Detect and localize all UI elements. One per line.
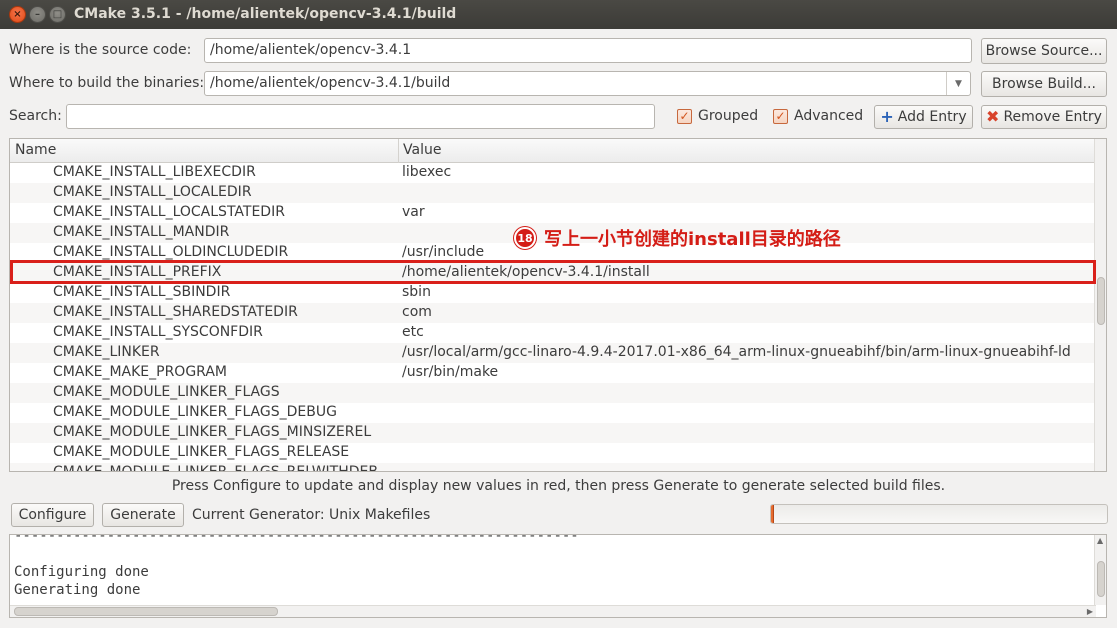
checkmark-icon: ✓ [773,108,788,124]
output-line: ----------------------------------------… [14,534,579,544]
table-vertical-scrollbar[interactable] [1094,139,1106,471]
source-input[interactable]: /home/alientek/opencv-3.4.1 [204,38,972,63]
table-row[interactable]: CMAKE_MODULE_LINKER_FLAGS_RELWITHDEB [10,463,1096,472]
output-vertical-scrollbar[interactable]: ▲ [1094,535,1106,605]
entry-name: CMAKE_INSTALL_SYSCONFDIR [53,324,263,340]
table-body: CMAKE_INSTALL_LIBEXECDIR libexec CMAKE_INS… [10,163,1096,472]
column-header-value[interactable]: Value [403,142,441,158]
search-label: Search: [9,108,62,124]
entry-name: CMAKE_MODULE_LINKER_FLAGS_MINSIZEREL [53,424,372,440]
chevron-down-icon[interactable]: ▼ [946,72,970,95]
entry-name: CMAKE_INSTALL_MANDIR [53,224,230,240]
table-row[interactable]: CMAKE_MODULE_LINKER_FLAGS [10,383,1096,403]
output-horizontal-scrollbar[interactable]: ▶ [10,605,1096,617]
maximize-icon[interactable]: □ [49,6,66,23]
scrollbar-thumb[interactable] [1097,561,1105,597]
build-label: Where to build the binaries: [9,75,205,91]
search-input[interactable] [66,104,655,129]
table-row[interactable]: CMAKE_INSTALL_SBINDIR sbin [10,283,1096,303]
checkmark-icon: ✓ [677,108,692,124]
table-row[interactable]: CMAKE_INSTALL_LOCALEDIR [10,183,1096,203]
table-row[interactable]: CMAKE_MODULE_LINKER_FLAGS_RELEASE [10,443,1096,463]
annotation-text: 写上一小节创建的install目录的路径 [544,229,841,250]
entry-name: CMAKE_MODULE_LINKER_FLAGS_DEBUG [53,404,337,420]
browse-source-button[interactable]: Browse Source... [981,38,1107,64]
entry-name: CMAKE_INSTALL_OLDINCLUDEDIR [53,244,289,260]
entry-value[interactable]: libexec [402,164,451,180]
selected-row-highlight [10,260,1096,284]
entry-name: CMAKE_MODULE_LINKER_FLAGS_RELWITHDEB [53,464,378,472]
table-row[interactable]: CMAKE_LINKER/usr/local/arm/gcc-linaro-4.… [10,343,1096,363]
scrollbar-thumb[interactable] [1097,277,1105,325]
entry-name: CMAKE_INSTALL_LOCALSTATEDIR [53,204,285,220]
add-entry-label: Add Entry [897,109,967,125]
output-line: Configuring done [14,564,149,580]
cache-table[interactable]: Name Value CMAKE_INSTALL_LIBEXECDIR libex… [9,138,1107,472]
window-title: CMake 3.5.1 - /home/alientek/opencv-3.4.… [74,6,457,22]
entry-name: CMAKE_INSTALL_SHAREDSTATEDIR [53,304,298,320]
output-line: Generating done [14,582,141,598]
progress-fill [771,505,775,523]
plus-icon: + [880,107,894,126]
configure-button[interactable]: Configure [11,503,94,527]
table-row[interactable]: CMAKE_INSTALL_SYSCONFDIR etc [10,323,1096,343]
generate-button[interactable]: Generate [102,503,184,527]
entry-name: CMAKE_MODULE_LINKER_FLAGS_RELEASE [53,444,350,460]
entry-value[interactable]: com [402,304,432,320]
entry-value[interactable]: var [402,204,425,220]
build-combobox-value: /home/alientek/opencv-3.4.1/build [210,75,451,91]
scrollbar-thumb[interactable] [14,607,278,616]
advanced-label: Advanced [794,108,864,124]
entry-value[interactable]: /usr/local/arm/gcc-linaro-4.9.4-2017.01-… [402,344,1071,360]
output-log[interactable]: ----------------------------------------… [9,534,1107,618]
add-entry-button[interactable]: + Add Entry [874,105,973,129]
advanced-checkbox[interactable]: ✓ Advanced [773,108,863,124]
close-icon[interactable]: × [9,6,26,23]
source-label: Where is the source code: [9,42,192,58]
entry-name: CMAKE_MAKE_PROGRAM [53,364,227,380]
entry-name: CMAKE_MODULE_LINKER_FLAGS [53,384,280,400]
entry-value[interactable]: /usr/bin/make [402,364,498,380]
grouped-checkbox[interactable]: ✓ Grouped [677,108,758,124]
annotation-callout: 18 写上一小节创建的install目录的路径 [514,225,841,251]
step-number-badge: 18 [514,227,536,249]
status-message: Press Configure to update and display ne… [171,478,946,494]
table-row[interactable]: CMAKE_MAKE_PROGRAM/usr/bin/make [10,363,1096,383]
entry-value[interactable]: sbin [402,284,431,300]
remove-entry-button[interactable]: ✖ Remove Entry [981,105,1107,129]
minimize-icon[interactable]: – [29,6,46,23]
table-row[interactable]: CMAKE_INSTALL_LOCALSTATEDIR var [10,203,1096,223]
table-header: Name Value [10,139,1096,163]
build-combobox[interactable]: /home/alientek/opencv-3.4.1/build ▼ [204,71,971,96]
entry-name: CMAKE_LINKER [53,344,160,360]
remove-x-icon: ✖ [986,107,1000,126]
grouped-label: Grouped [698,108,759,124]
table-row[interactable]: CMAKE_MODULE_LINKER_FLAGS_DEBUG [10,403,1096,423]
entry-name: CMAKE_INSTALL_LOCALEDIR [53,184,252,200]
entry-name: CMAKE_INSTALL_LIBEXECDIR [53,164,256,180]
entry-name: CMAKE_INSTALL_SBINDIR [53,284,231,300]
remove-entry-label: Remove Entry [1003,109,1102,125]
entry-value[interactable]: etc [402,324,424,340]
column-header-name[interactable]: Name [15,142,56,158]
title-bar: × – □ CMake 3.5.1 - /home/alientek/openc… [0,0,1117,29]
progress-bar [770,504,1108,524]
column-divider[interactable] [398,139,399,163]
output-lines: ----------------------------------------… [14,534,579,599]
entry-value[interactable]: /usr/include [402,244,484,260]
table-row[interactable]: CMAKE_INSTALL_LIBEXECDIR libexec [10,163,1096,183]
table-row[interactable]: CMAKE_MODULE_LINKER_FLAGS_MINSIZEREL [10,423,1096,443]
table-row[interactable]: CMAKE_INSTALL_SHAREDSTATEDIR com [10,303,1096,323]
current-generator-label: Current Generator: Unix Makefiles [192,507,431,523]
scroll-up-icon[interactable]: ▲ [1097,536,1103,545]
scroll-right-icon[interactable]: ▶ [1087,607,1093,616]
browse-build-button[interactable]: Browse Build... [981,71,1107,97]
